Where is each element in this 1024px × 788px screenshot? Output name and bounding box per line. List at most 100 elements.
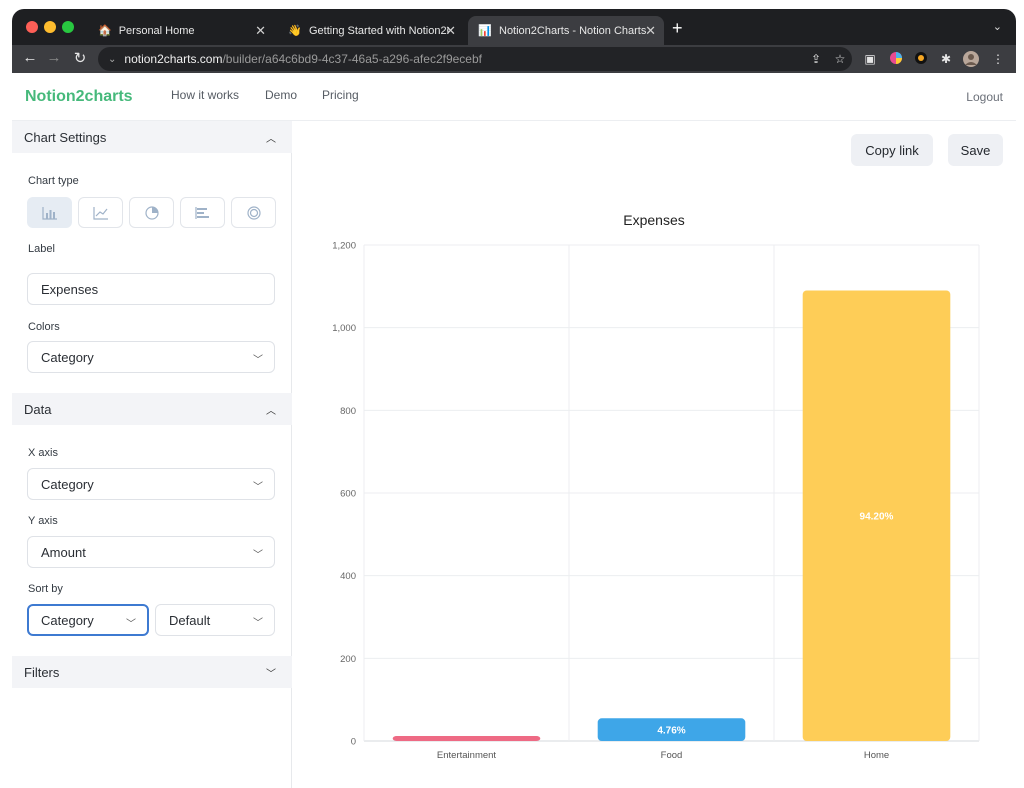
section-title: Filters [24, 664, 60, 680]
y-axis-select[interactable]: Amount ﹀ [27, 536, 275, 568]
share-icon[interactable]: ⇪ [808, 51, 824, 67]
chevron-down-icon: ﹀ [253, 482, 263, 493]
bookmark-star-icon[interactable]: ☆ [832, 51, 848, 67]
chart-type-line-button[interactable] [78, 197, 123, 228]
x-axis-label: X axis [28, 447, 58, 459]
x-axis-select[interactable]: Category ﹀ [27, 468, 275, 500]
chart-title: Expenses [623, 212, 684, 228]
expenses-bar-chart: Expenses 0 200 400 600 800 1,000 1,200 Entertai… [332, 212, 980, 761]
chart-label-input[interactable]: Expenses [27, 273, 275, 305]
select-value: Category [41, 612, 94, 628]
close-icon[interactable]: ✕ [255, 23, 266, 39]
chart-type-pie-button[interactable] [129, 197, 174, 228]
tab-label: Personal Home [118, 24, 195, 37]
url-path: /builder/a64c6bd9-4c37-46a5-a296-afec2f9… [222, 52, 482, 66]
bar-data-label: 94.20% [860, 512, 894, 523]
chart-canvas-area: Copy link Save Expenses 0 200 400 600 800 1,0… [293, 121, 1016, 788]
pie-chart-icon [144, 205, 159, 220]
select-value: Category [41, 349, 94, 365]
back-icon[interactable]: ← [20, 49, 40, 66]
wave-icon: 👋 [288, 24, 302, 37]
tab-notion2charts[interactable]: 📊 Notion2Charts - Notion Charts ✕ [468, 16, 664, 45]
brand-logo[interactable]: Notion2charts [25, 88, 133, 106]
label-field-label: Label [28, 243, 55, 255]
close-window-button[interactable] [26, 21, 38, 33]
nav-demo[interactable]: Demo [265, 88, 297, 102]
chart-icon: 📊 [478, 24, 492, 37]
house-icon: 🏠 [98, 24, 112, 37]
sort-field-select[interactable]: Category ﹀ [27, 604, 149, 636]
section-title: Data [24, 401, 52, 417]
select-value: Category [41, 476, 94, 492]
close-icon[interactable]: ✕ [645, 23, 656, 39]
bar-chart-icon [41, 206, 57, 220]
close-icon[interactable]: ✕ [445, 23, 456, 39]
section-title: Chart Settings [24, 129, 107, 145]
y-tick-label: 800 [340, 406, 356, 417]
input-value: Expenses [41, 281, 99, 297]
chevron-down-icon: ﹀ [253, 618, 263, 629]
chevron-down-icon: ﹀ [266, 669, 276, 680]
colors-label: Colors [28, 321, 60, 333]
chevron-up-icon: ︿ [266, 134, 276, 145]
chart-type-label: Chart type [28, 175, 79, 187]
y-tick-label: 0 [351, 737, 356, 748]
y-tick-label: 400 [340, 571, 356, 582]
select-value: Default [169, 612, 211, 628]
tab-strip: 🏠 Personal Home ✕ 👋 Getting Started with… [12, 9, 1016, 45]
new-tab-button[interactable]: + [672, 18, 683, 39]
y-tick-label: 1,000 [332, 323, 356, 334]
x-tick-label: Food [661, 750, 683, 761]
address-bar[interactable]: ⌄ notion2charts.com/builder/a64c6bd9-4c3… [98, 47, 852, 71]
chart-settings-header[interactable]: Chart Settings ︿ [12, 121, 292, 153]
nav-pricing[interactable]: Pricing [322, 88, 359, 102]
x-tick-label: Home [864, 750, 889, 761]
sort-by-label: Sort by [28, 583, 63, 595]
maximize-window-button[interactable] [62, 21, 74, 33]
x-tick-label: Entertainment [437, 750, 497, 761]
browser-menu-icon[interactable]: ⋮ [990, 51, 1006, 67]
bar-data-label: 4.76% [657, 726, 685, 737]
chevron-down-icon: ﹀ [126, 619, 136, 630]
tab-label: Getting Started with Notion2Ch [309, 24, 449, 37]
y-tick-label: 1,200 [332, 241, 356, 252]
reload-icon[interactable]: ↻ [70, 49, 90, 67]
chart-type-horizontal-bar-button[interactable] [180, 197, 225, 228]
line-chart-icon [92, 206, 108, 220]
profile-avatar[interactable] [963, 51, 979, 67]
minimize-window-button[interactable] [44, 21, 56, 33]
chevron-up-icon: ︿ [266, 406, 276, 417]
filters-section-header[interactable]: Filters ﹀ [12, 656, 292, 688]
tab-label: Notion2Charts - Notion Charts [499, 24, 647, 37]
tab-search-icon[interactable]: ▣ [862, 51, 878, 67]
forward-icon[interactable]: → [44, 49, 64, 66]
logout-link[interactable]: Logout [966, 90, 1003, 104]
chevron-down-icon[interactable]: ⌄ [993, 20, 1002, 33]
extension-color-icon[interactable] [888, 51, 904, 67]
sort-order-select[interactable]: Default ﹀ [155, 604, 275, 636]
horizontal-bar-chart-icon [194, 206, 209, 219]
y-tick-label: 600 [340, 489, 356, 500]
chart-type-picker [27, 197, 276, 228]
colors-select[interactable]: Category ﹀ [27, 341, 275, 373]
browser-toolbar: ← → ↻ ⌄ notion2charts.com/builder/a64c6b… [12, 45, 1016, 73]
chart-type-bar-button[interactable] [27, 197, 72, 228]
extension-record-icon[interactable] [913, 51, 929, 67]
nav-how-it-works[interactable]: How it works [171, 88, 239, 102]
y-axis-label: Y axis [28, 515, 58, 527]
chart-type-doughnut-button[interactable] [231, 197, 276, 228]
doughnut-chart-icon [246, 205, 261, 220]
tab-getting-started[interactable]: 👋 Getting Started with Notion2Ch ✕ [278, 16, 464, 45]
browser-window: 🏠 Personal Home ✕ 👋 Getting Started with… [12, 9, 1016, 788]
chevron-down-icon: ﹀ [253, 355, 263, 366]
extensions-puzzle-icon[interactable]: ✱ [938, 51, 954, 67]
y-tick-label: 200 [340, 654, 356, 665]
settings-sidebar: Chart Settings ︿ Chart type Label Expens… [12, 121, 292, 788]
site-info-icon[interactable]: ⌄ [108, 54, 116, 65]
app-header: Notion2charts How it works Demo Pricing … [12, 73, 1016, 121]
url-host: notion2charts.com [124, 52, 223, 66]
bar-entertainment [392, 736, 541, 741]
tab-personal-home[interactable]: 🏠 Personal Home ✕ [88, 16, 274, 45]
data-section-header[interactable]: Data ︿ [12, 393, 292, 425]
select-value: Amount [41, 544, 86, 560]
